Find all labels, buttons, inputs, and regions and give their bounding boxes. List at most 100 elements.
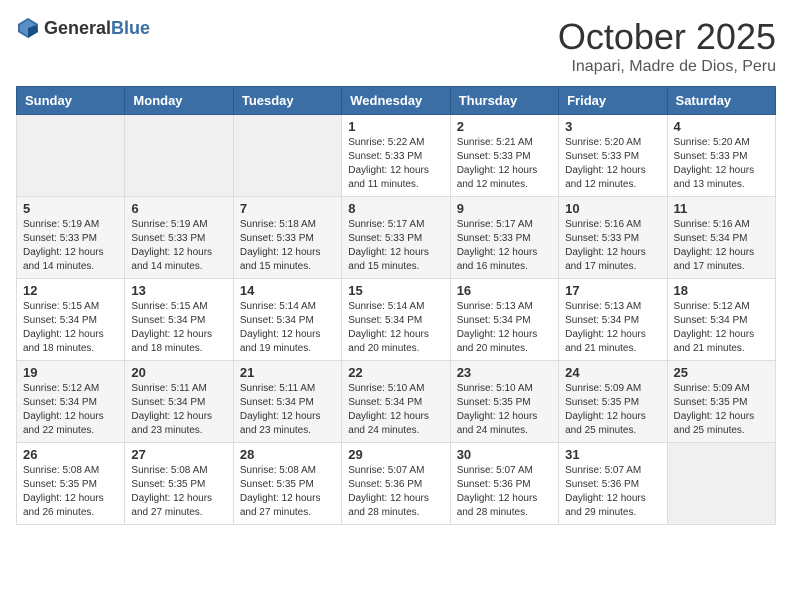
day-info: Sunrise: 5:07 AM Sunset: 5:36 PM Dayligh… xyxy=(348,464,443,520)
day-number: 29 xyxy=(348,447,443,462)
day-info: Sunrise: 5:17 AM Sunset: 5:33 PM Dayligh… xyxy=(348,218,443,274)
day-number: 15 xyxy=(348,283,443,298)
day-number: 21 xyxy=(240,365,335,380)
calendar-day-28: 28 Sunrise: 5:08 AM Sunset: 5:35 PM Dayli… xyxy=(233,443,341,525)
calendar-week-row: 19Sunrise: 5:12 AM Sunset: 5:34 PM Dayli… xyxy=(17,361,776,443)
weekday-header-wednesday: Wednesday xyxy=(342,87,450,115)
logo-icon xyxy=(16,16,40,40)
day-number: 12 xyxy=(23,283,118,298)
day-number: 24 xyxy=(565,365,660,380)
weekday-header-sunday: Sunday xyxy=(17,87,125,115)
day-info: Sunrise: 5:13 AM Sunset: 5:34 PM Dayligh… xyxy=(565,300,660,356)
day-number: 30 xyxy=(457,447,552,462)
calendar-day-30: 30 Sunrise: 5:07 AM Sunset: 5:36 PM Dayli… xyxy=(450,443,558,525)
day-number: 28 xyxy=(240,447,335,462)
day-number: 20 xyxy=(131,365,226,380)
calendar-day-9: 9Sunrise: 5:17 AM Sunset: 5:33 PM Daylig… xyxy=(450,197,558,279)
weekday-header-row: SundayMondayTuesdayWednesdayThursdayFrid… xyxy=(17,87,776,115)
month-title: October 2025 xyxy=(558,16,776,58)
day-info: Sunrise: 5:07 AM Sunset: 5:36 PM Dayligh… xyxy=(565,464,660,520)
empty-cell xyxy=(233,115,341,197)
day-number: 26 xyxy=(23,447,118,462)
day-info: Sunrise: 5:09 AM Sunset: 5:35 PM Dayligh… xyxy=(565,382,660,438)
calendar-day-29: 29 Sunrise: 5:07 AM Sunset: 5:36 PM Dayli… xyxy=(342,443,450,525)
day-info: Sunrise: 5:07 AM Sunset: 5:36 PM Dayligh… xyxy=(457,464,552,520)
day-info: Sunrise: 5:08 AM Sunset: 5:35 PM Dayligh… xyxy=(240,464,335,520)
day-number: 22 xyxy=(348,365,443,380)
logo: General Blue xyxy=(16,16,150,40)
calendar-day-3: 3 Sunrise: 5:20 AM Sunset: 5:33 PM Daylig… xyxy=(559,115,667,197)
calendar-day-1: 1Sunrise: 5:22 AM Sunset: 5:33 PM Daylig… xyxy=(342,115,450,197)
calendar-day-13: 13Sunrise: 5:15 AM Sunset: 5:34 PM Dayli… xyxy=(125,279,233,361)
calendar-day-26: 26 Sunrise: 5:08 AM Sunset: 5:35 PM Dayli… xyxy=(17,443,125,525)
day-number: 27 xyxy=(131,447,226,462)
day-number: 14 xyxy=(240,283,335,298)
calendar-day-12: 12 Sunrise: 5:15 AM Sunset: 5:34 PM Dayli… xyxy=(17,279,125,361)
calendar-table: SundayMondayTuesdayWednesdayThursdayFrid… xyxy=(16,86,776,525)
logo-blue-text: Blue xyxy=(111,18,150,39)
day-number: 18 xyxy=(674,283,769,298)
day-info: Sunrise: 5:14 AM Sunset: 5:34 PM Dayligh… xyxy=(240,300,335,356)
calendar-day-24: 24 Sunrise: 5:09 AM Sunset: 5:35 PM Dayli… xyxy=(559,361,667,443)
day-info: Sunrise: 5:12 AM Sunset: 5:34 PM Dayligh… xyxy=(674,300,769,356)
day-info: Sunrise: 5:18 AM Sunset: 5:33 PM Dayligh… xyxy=(240,218,335,274)
calendar-day-22: 22 Sunrise: 5:10 AM Sunset: 5:34 PM Dayli… xyxy=(342,361,450,443)
calendar-day-21: 21 Sunrise: 5:11 AM Sunset: 5:34 PM Dayli… xyxy=(233,361,341,443)
day-number: 19 xyxy=(23,365,118,380)
calendar-day-19: 19Sunrise: 5:12 AM Sunset: 5:34 PM Dayli… xyxy=(17,361,125,443)
day-info: Sunrise: 5:15 AM Sunset: 5:34 PM Dayligh… xyxy=(23,300,118,356)
empty-cell xyxy=(667,443,775,525)
day-info: Sunrise: 5:22 AM Sunset: 5:33 PM Dayligh… xyxy=(348,136,443,192)
weekday-header-saturday: Saturday xyxy=(667,87,775,115)
weekday-header-thursday: Thursday xyxy=(450,87,558,115)
weekday-header-friday: Friday xyxy=(559,87,667,115)
day-info: Sunrise: 5:11 AM Sunset: 5:34 PM Dayligh… xyxy=(131,382,226,438)
empty-cell xyxy=(125,115,233,197)
calendar-day-31: 31Sunrise: 5:07 AM Sunset: 5:36 PM Dayli… xyxy=(559,443,667,525)
day-info: Sunrise: 5:16 AM Sunset: 5:33 PM Dayligh… xyxy=(565,218,660,274)
day-number: 3 xyxy=(565,119,660,134)
day-info: Sunrise: 5:10 AM Sunset: 5:34 PM Dayligh… xyxy=(348,382,443,438)
weekday-header-monday: Monday xyxy=(125,87,233,115)
day-number: 4 xyxy=(674,119,769,134)
day-number: 6 xyxy=(131,201,226,216)
day-info: Sunrise: 5:10 AM Sunset: 5:35 PM Dayligh… xyxy=(457,382,552,438)
day-info: Sunrise: 5:20 AM Sunset: 5:33 PM Dayligh… xyxy=(565,136,660,192)
weekday-header-tuesday: Tuesday xyxy=(233,87,341,115)
day-number: 8 xyxy=(348,201,443,216)
day-info: Sunrise: 5:08 AM Sunset: 5:35 PM Dayligh… xyxy=(131,464,226,520)
calendar-week-row: 12 Sunrise: 5:15 AM Sunset: 5:34 PM Dayli… xyxy=(17,279,776,361)
title-area: October 2025 Inapari, Madre de Dios, Per… xyxy=(558,16,776,76)
day-info: Sunrise: 5:19 AM Sunset: 5:33 PM Dayligh… xyxy=(131,218,226,274)
calendar-day-11: 11Sunrise: 5:16 AM Sunset: 5:34 PM Dayli… xyxy=(667,197,775,279)
calendar-day-14: 14 Sunrise: 5:14 AM Sunset: 5:34 PM Dayli… xyxy=(233,279,341,361)
calendar-week-row: 1Sunrise: 5:22 AM Sunset: 5:33 PM Daylig… xyxy=(17,115,776,197)
day-number: 5 xyxy=(23,201,118,216)
day-info: Sunrise: 5:14 AM Sunset: 5:34 PM Dayligh… xyxy=(348,300,443,356)
day-number: 2 xyxy=(457,119,552,134)
calendar-day-23: 23 Sunrise: 5:10 AM Sunset: 5:35 PM Dayli… xyxy=(450,361,558,443)
day-info: Sunrise: 5:13 AM Sunset: 5:34 PM Dayligh… xyxy=(457,300,552,356)
day-info: Sunrise: 5:11 AM Sunset: 5:34 PM Dayligh… xyxy=(240,382,335,438)
calendar-day-7: 7 Sunrise: 5:18 AM Sunset: 5:33 PM Daylig… xyxy=(233,197,341,279)
calendar-day-20: 20 Sunrise: 5:11 AM Sunset: 5:34 PM Dayli… xyxy=(125,361,233,443)
day-number: 7 xyxy=(240,201,335,216)
calendar-day-2: 2Sunrise: 5:21 AM Sunset: 5:33 PM Daylig… xyxy=(450,115,558,197)
day-info: Sunrise: 5:20 AM Sunset: 5:33 PM Dayligh… xyxy=(674,136,769,192)
day-number: 11 xyxy=(674,201,769,216)
location-title: Inapari, Madre de Dios, Peru xyxy=(558,58,776,76)
day-number: 23 xyxy=(457,365,552,380)
calendar-day-8: 8 Sunrise: 5:17 AM Sunset: 5:33 PM Daylig… xyxy=(342,197,450,279)
day-info: Sunrise: 5:09 AM Sunset: 5:35 PM Dayligh… xyxy=(674,382,769,438)
day-info: Sunrise: 5:15 AM Sunset: 5:34 PM Dayligh… xyxy=(131,300,226,356)
logo-general-text: General xyxy=(44,18,111,39)
calendar-day-10: 10 Sunrise: 5:16 AM Sunset: 5:33 PM Dayli… xyxy=(559,197,667,279)
day-info: Sunrise: 5:08 AM Sunset: 5:35 PM Dayligh… xyxy=(23,464,118,520)
calendar-day-15: 15 Sunrise: 5:14 AM Sunset: 5:34 PM Dayli… xyxy=(342,279,450,361)
calendar-day-17: 17Sunrise: 5:13 AM Sunset: 5:34 PM Dayli… xyxy=(559,279,667,361)
calendar-week-row: 26 Sunrise: 5:08 AM Sunset: 5:35 PM Dayli… xyxy=(17,443,776,525)
day-number: 10 xyxy=(565,201,660,216)
calendar-day-5: 5 Sunrise: 5:19 AM Sunset: 5:33 PM Daylig… xyxy=(17,197,125,279)
day-info: Sunrise: 5:19 AM Sunset: 5:33 PM Dayligh… xyxy=(23,218,118,274)
calendar-week-row: 5 Sunrise: 5:19 AM Sunset: 5:33 PM Daylig… xyxy=(17,197,776,279)
